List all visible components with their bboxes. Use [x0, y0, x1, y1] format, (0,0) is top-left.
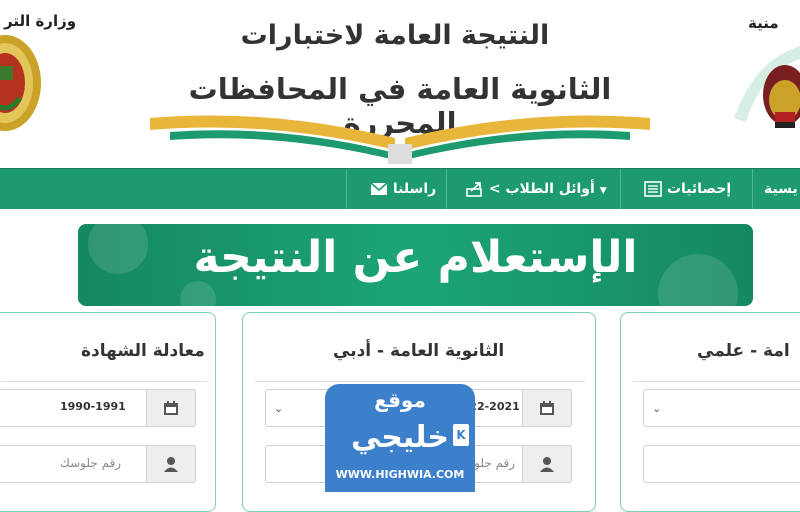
user-addon: [146, 445, 196, 483]
site-header: وزارة التر منية النتيجة العامة لاختبارات…: [0, 0, 800, 168]
result-inquiry-banner: الإستعلام عن النتيجة: [78, 224, 753, 306]
nav-divider: [346, 169, 347, 209]
calendar-icon: [164, 401, 178, 415]
main-navbar: يسية إحصائيات ▼ أوائل الطلاب > راسلنا: [0, 168, 800, 209]
year-value: 1990-1991: [60, 400, 126, 413]
card-title: الثانوية العامة - أدبي: [333, 341, 505, 361]
nav-top-students-label: أوائل الطلاب >: [488, 181, 595, 197]
divider: [255, 381, 585, 382]
watermark-url: WWW.HIGHWIA.COM: [335, 468, 465, 481]
seat-number-placeholder: رقم جلوسك: [60, 456, 122, 470]
nav-home[interactable]: يسية: [764, 169, 798, 209]
nav-contact-label: راسلنا: [392, 181, 437, 197]
card-certificate-equivalence: معادلة الشهادة 1990-1991 رقم جلوسك: [0, 312, 216, 512]
divider: [633, 381, 800, 382]
seat-number-input[interactable]: رقم جلوسك: [0, 445, 196, 483]
calendar-addon: [522, 389, 572, 427]
card-scientific: امة - علمي ⌄: [620, 312, 800, 512]
nav-statistics[interactable]: إحصائيات: [638, 169, 731, 209]
banner-title: الإستعلام عن النتيجة: [193, 232, 638, 283]
ministry-emblem-icon: [0, 35, 41, 131]
card-title: امة - علمي: [697, 341, 790, 361]
open-book-icon: [150, 115, 650, 164]
envelope-icon: [370, 182, 388, 195]
user-icon: [164, 457, 178, 472]
nav-divider: [752, 169, 753, 209]
nav-top-students[interactable]: ▼ أوائل الطلاب >: [460, 169, 607, 209]
card-title: معادلة الشهادة: [81, 341, 205, 361]
nav-divider: [446, 169, 447, 209]
caret-down-icon: ▼: [599, 186, 607, 196]
calendar-addon: [146, 389, 196, 427]
site-watermark-logo: موقع خليجي K WWW.HIGHWIA.COM: [325, 384, 475, 492]
user-addon: [522, 445, 572, 483]
republic-emblem-icon: [734, 46, 800, 128]
nav-contact[interactable]: راسلنا: [364, 169, 436, 209]
seat-number-input[interactable]: [643, 445, 800, 483]
watermark-top-text: موقع: [374, 388, 426, 412]
divider: [1, 381, 207, 382]
year-select[interactable]: 1990-1991: [0, 389, 196, 427]
share-icon: [466, 182, 482, 197]
calendar-icon: [540, 401, 554, 415]
nav-home-label: يسية: [764, 181, 798, 197]
page-title-line1: النتيجة العامة لاختبارات: [240, 20, 550, 51]
nav-statistics-label: إحصائيات: [666, 181, 732, 197]
watermark-badge-letter: K: [456, 428, 466, 442]
list-icon: [644, 181, 662, 197]
user-icon: [540, 457, 554, 472]
nav-divider: [620, 169, 621, 209]
watermark-badge: K: [453, 424, 469, 446]
year-select[interactable]: ⌄: [643, 389, 800, 427]
chevron-down-icon: ⌄: [652, 402, 662, 415]
chevron-down-icon: ⌄: [274, 402, 284, 415]
